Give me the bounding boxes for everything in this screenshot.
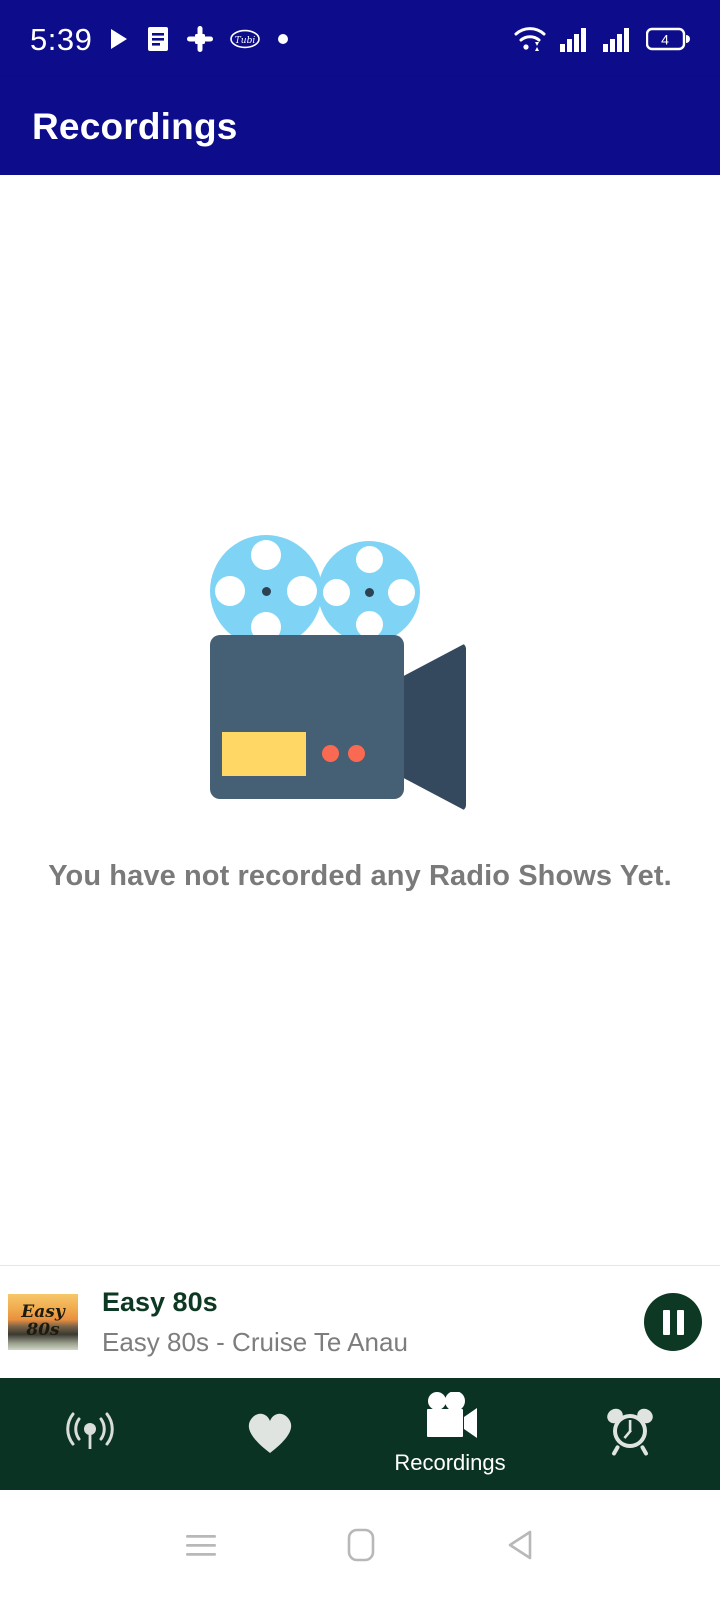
thumbnail-label: Easy 80s xyxy=(8,1294,78,1350)
radio-broadcast-icon xyxy=(62,1403,118,1459)
oval-logo-icon: Tubi xyxy=(230,29,261,49)
status-bar-right: 4 xyxy=(513,25,690,53)
film-reel-left-icon xyxy=(210,535,322,647)
pause-icon-bar-right xyxy=(676,1309,684,1335)
camera-button-left-icon xyxy=(322,745,339,762)
status-bar: 5:39 Tubi 4 xyxy=(0,0,720,78)
nav-label-recordings: Recordings xyxy=(394,1450,506,1475)
camera-lens-icon xyxy=(396,643,466,811)
main-content: You have not recorded any Radio Shows Ye… xyxy=(0,175,720,1265)
signal-bars-icon-2 xyxy=(603,26,633,52)
battery-icon: 4 xyxy=(646,26,690,52)
mini-player-texts: Easy 80s Easy 80s - Cruise Te Anau xyxy=(102,1287,408,1358)
status-bar-left: 5:39 Tubi xyxy=(30,24,289,55)
svg-text:Tubi: Tubi xyxy=(235,36,256,46)
camera-button-right-icon xyxy=(348,745,365,762)
play-icon xyxy=(109,28,129,50)
movie-camera-illustration xyxy=(210,517,510,811)
page-title: Recordings xyxy=(32,105,238,147)
app-root: 5:39 Tubi 4 Recordings You have not reco… xyxy=(0,0,720,1600)
back-icon[interactable] xyxy=(501,1525,539,1565)
slack-icon xyxy=(187,26,214,52)
nav-item-alarms[interactable] xyxy=(540,1378,720,1490)
thumbnail-label-line2: 80s xyxy=(26,1320,60,1340)
nav-item-radio[interactable] xyxy=(0,1378,180,1490)
camera-screen-icon xyxy=(222,732,306,776)
wifi-icon xyxy=(513,25,547,53)
pause-button[interactable] xyxy=(644,1293,702,1351)
empty-state: You have not recorded any Radio Shows Ye… xyxy=(48,517,672,893)
app-header: Recordings xyxy=(0,78,720,175)
home-icon[interactable] xyxy=(343,1525,379,1565)
mini-player[interactable]: Easy 80s Easy 80s Easy 80s - Cruise Te A… xyxy=(0,1265,720,1378)
empty-state-message: You have not recorded any Radio Shows Ye… xyxy=(48,860,672,892)
heart-icon xyxy=(243,1405,297,1457)
now-playing-text: Easy 80s - Cruise Te Anau xyxy=(102,1326,408,1357)
video-camera-icon xyxy=(419,1392,481,1444)
station-title: Easy 80s xyxy=(102,1286,218,1317)
battery-level-text: 4 xyxy=(661,32,669,48)
alarm-clock-icon xyxy=(602,1403,658,1459)
status-bar-clock: 5:39 xyxy=(30,21,93,57)
list-document-icon xyxy=(146,26,170,52)
nav-item-favorites[interactable] xyxy=(180,1378,360,1490)
station-thumbnail: Easy 80s xyxy=(8,1294,78,1350)
bottom-navigation: Recordings xyxy=(0,1378,720,1490)
film-reel-right-icon xyxy=(318,541,420,643)
nav-item-recordings[interactable]: Recordings xyxy=(360,1378,540,1490)
recents-icon[interactable] xyxy=(181,1528,221,1562)
dot-icon xyxy=(277,33,289,45)
system-navigation-bar xyxy=(0,1490,720,1600)
signal-bars-icon-1 xyxy=(560,26,590,52)
pause-icon-bar-left xyxy=(662,1309,670,1335)
